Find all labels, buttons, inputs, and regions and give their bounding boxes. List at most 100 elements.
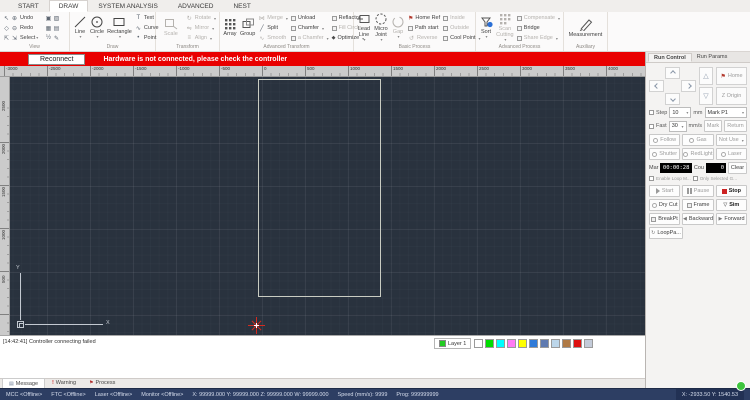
lead-line-button[interactable]: Lead Line▾ — [357, 13, 371, 42]
expand-view-icon[interactable]: ⇲ — [11, 35, 18, 42]
reconnect-button[interactable]: Reconnect — [28, 54, 85, 65]
half-icon[interactable]: ½ — [45, 35, 52, 41]
align-button[interactable]: ≡Align▾ — [186, 34, 216, 43]
redo-button[interactable]: Redo — [19, 25, 45, 31]
laser-button[interactable]: Laser — [716, 148, 747, 160]
shutter-button[interactable]: Shutter — [649, 148, 680, 160]
gap-button[interactable]: Gap▾ — [391, 16, 405, 39]
layer-color-swatch[interactable] — [507, 339, 516, 348]
layer-color-swatch[interactable] — [518, 339, 527, 348]
outside-button[interactable]: Outside — [443, 24, 480, 33]
bottom-tab-message[interactable]: ▤Message — [2, 378, 45, 388]
stop-button[interactable]: Stop — [716, 185, 747, 197]
group-button[interactable]: Group — [240, 18, 255, 37]
menu-tab-nest[interactable]: NEST — [223, 0, 260, 12]
drawn-rectangle[interactable] — [258, 79, 381, 297]
scale-button[interactable]: Scale — [159, 18, 183, 37]
tab-run-params[interactable]: Run Params — [692, 53, 733, 62]
return-button[interactable]: Return — [724, 120, 747, 132]
pick-icon[interactable]: ✎ — [53, 35, 60, 42]
message-log[interactable]: [14:42:41] Controller connecting failed … — [0, 335, 645, 378]
reverse-button[interactable]: ↺Reverse — [408, 34, 440, 43]
z-origin-button[interactable]: Z Origin — [716, 87, 747, 105]
fast-value-select[interactable]: 30▾ — [669, 121, 687, 132]
path-start-button[interactable]: Path start — [408, 24, 440, 33]
drawing-canvas[interactable]: Y X — [10, 77, 645, 335]
frame-button[interactable]: Frame — [682, 199, 713, 211]
menu-tab-start[interactable]: START — [8, 0, 49, 12]
merge-button[interactable]: ⋈Merge▾ — [258, 14, 288, 23]
redlight-button[interactable]: RedLight — [682, 148, 713, 160]
split-button[interactable]: ╱Split — [258, 24, 288, 33]
sort-button[interactable]: Sort▾ — [479, 16, 493, 39]
zoom-out-icon[interactable]: ⊖ — [11, 25, 18, 32]
home-button[interactable]: ⚑Home — [716, 67, 747, 85]
jog-up-button[interactable] — [665, 67, 680, 79]
pause-button[interactable]: Pause — [682, 185, 713, 197]
view-shade-icon[interactable]: ▨ — [53, 15, 60, 22]
sim-button[interactable]: ▽Sim — [716, 199, 747, 211]
undo-button[interactable]: Undo — [19, 15, 45, 21]
cool-point-button[interactable]: Cool Point▾ — [443, 34, 480, 43]
view-lines-icon[interactable]: ▤ — [53, 25, 60, 32]
step-value-select[interactable]: 10▾ — [669, 107, 691, 118]
layer-color-swatch[interactable] — [551, 339, 560, 348]
step-checkbox[interactable] — [649, 110, 654, 115]
measurement-button[interactable]: Measurement — [567, 18, 604, 38]
compensate-button[interactable]: Compensate▾ — [517, 14, 560, 23]
gas-button[interactable]: Gas — [682, 134, 713, 146]
view-fill-icon[interactable]: ▣ — [45, 15, 52, 22]
layer-color-swatch[interactable] — [485, 339, 494, 348]
clear-button[interactable]: Clear — [728, 162, 747, 174]
mark-point-select[interactable]: Mark P1▾ — [705, 107, 748, 118]
bottom-tab-process[interactable]: ⚑Process — [83, 378, 121, 388]
smooth-button[interactable]: ∿Smooth — [258, 34, 288, 43]
layer-color-swatch[interactable] — [540, 339, 549, 348]
cursor-icon[interactable]: ↖ — [3, 15, 10, 22]
scan-cutting-button[interactable]: Scan Cutting▾ — [496, 13, 514, 42]
inside-button[interactable]: Inside — [443, 14, 480, 23]
home-ref-button[interactable]: ⚑Home Ref — [408, 14, 440, 23]
bridge-button[interactable]: Bridge — [517, 24, 560, 33]
jog-right-button[interactable] — [681, 80, 696, 92]
curve-tool-button[interactable]: ∿Curve — [135, 24, 159, 33]
bottom-tab-warning[interactable]: !Warning — [46, 378, 82, 388]
circle-tool-button[interactable]: Circle▾ — [90, 16, 104, 39]
menu-tab-advanced[interactable]: ADVANCED — [168, 0, 224, 12]
backward-button[interactable]: ◀Backward — [682, 213, 714, 225]
z-down-button[interactable]: ▽ — [699, 87, 713, 105]
a-chamfer-button[interactable]: a Chamfer▾ — [291, 34, 329, 43]
layer-color-swatch[interactable] — [474, 339, 483, 348]
layer-color-swatch[interactable] — [573, 339, 582, 348]
only-selected-checkbox[interactable] — [693, 176, 698, 181]
breakpoint-button[interactable]: BreakPt — [649, 213, 680, 225]
zoom-in-icon[interactable]: ⊕ — [11, 15, 18, 22]
mirror-button[interactable]: ⇋Mirror▾ — [186, 24, 216, 33]
fast-checkbox[interactable] — [649, 124, 654, 129]
dry-cut-button[interactable]: Dry Cut — [649, 199, 680, 211]
z-up-button[interactable]: △ — [699, 67, 713, 85]
layer-color-swatch[interactable] — [562, 339, 571, 348]
layer-color-swatch[interactable] — [529, 339, 538, 348]
chamfer-button[interactable]: Chamfer▾ — [291, 24, 329, 33]
array-button[interactable]: Array — [223, 18, 237, 37]
menu-tab-draw[interactable]: DRAW — [49, 0, 89, 12]
pan-icon[interactable]: ◇ — [3, 25, 10, 32]
layer-color-swatch[interactable] — [496, 339, 505, 348]
enable-loop-checkbox[interactable] — [649, 176, 654, 181]
jog-down-button[interactable] — [665, 93, 680, 105]
view-grid-icon[interactable]: ▦ — [45, 25, 52, 32]
share-edge-button[interactable]: Share Edge▾ — [517, 34, 560, 43]
unload-button[interactable]: Unload — [291, 14, 329, 23]
current-layer-chip[interactable]: Layer 1 — [434, 338, 471, 349]
forward-button[interactable]: ▶Forward — [716, 213, 747, 225]
micro-joint-button[interactable]: Micro Joint▾ — [374, 13, 388, 42]
point-tool-button[interactable]: •Point — [135, 34, 159, 43]
mark-button[interactable]: Mark — [704, 120, 722, 132]
tab-run-control[interactable]: Run Control — [648, 53, 692, 62]
gas-type-select[interactable]: Not Use▾ — [716, 134, 747, 146]
rectangle-tool-button[interactable]: Rectangle▾ — [107, 16, 132, 39]
rotate-button[interactable]: ↻Rotate▾ — [186, 14, 216, 23]
follow-button[interactable]: Follow — [649, 134, 680, 146]
layer-color-swatch[interactable] — [584, 339, 593, 348]
